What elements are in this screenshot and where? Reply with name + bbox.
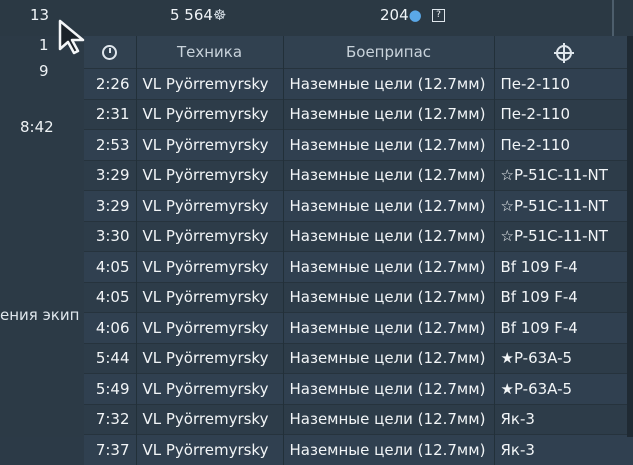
left-value-3: 8:42 — [20, 118, 54, 136]
kill-log-table-container: Техника Боеприпас 2:26 VL Pyörremyrsky Наз… — [84, 36, 633, 465]
left-value-2: 9 — [39, 62, 49, 80]
header-target[interactable] — [494, 36, 633, 69]
eagle-count: 204● — [380, 6, 422, 24]
row-target: Як-3 — [494, 403, 633, 435]
row-vehicle: VL Pyörremyrsky — [136, 373, 284, 404]
row-ammo: Наземные цели (12.7мм) — [283, 281, 495, 313]
stats-header-bar: 13 5 564☸ 204● ? — [0, 0, 633, 36]
row-ammo: Наземные цели (12.7мм) — [283, 129, 495, 160]
row-vehicle: VL Pyörremyrsky — [136, 251, 284, 282]
row-vehicle: VL Pyörremyrsky — [136, 434, 284, 465]
table-row[interactable]: 2:31 VL Pyörremyrsky Наземные цели (12.7мм… — [84, 98, 633, 130]
row-time: 2:31 — [84, 98, 137, 130]
row-ammo: Наземные цели (12.7мм) — [283, 251, 495, 282]
row-vehicle: VL Pyörremyrsky — [136, 312, 284, 343]
clock-icon — [102, 45, 118, 60]
row-target: Bf 109 F-4 — [494, 251, 633, 282]
table-row[interactable]: 4:05 VL Pyörremyrsky Наземные цели (12.7мм… — [84, 281, 633, 313]
table-row[interactable]: 3:29 VL Pyörremyrsky Наземные цели (12.7мм… — [84, 159, 633, 191]
top-left-count: 13 — [30, 6, 50, 24]
row-vehicle: VL Pyörremyrsky — [136, 190, 284, 221]
row-ammo: Наземные цели (12.7мм) — [283, 434, 495, 465]
row-vehicle: VL Pyörremyrsky — [136, 342, 284, 374]
row-ammo: Наземные цели (12.7мм) — [283, 220, 495, 252]
row-time: 7:32 — [84, 403, 137, 435]
left-value-1: 1 — [39, 36, 49, 54]
help-icon[interactable]: ? — [432, 6, 445, 24]
table-row[interactable]: 3:29 VL Pyörremyrsky Наземные цели (12.7мм… — [84, 190, 633, 221]
row-time: 2:26 — [84, 68, 137, 99]
table-row[interactable]: 2:26 VL Pyörremyrsky Наземные цели (12.7мм… — [84, 68, 633, 99]
scrollbar[interactable] — [627, 36, 633, 437]
row-target: ☆P-51C-11-NT — [494, 190, 633, 221]
header-divider — [612, 0, 614, 36]
row-target: ★P-63A-5 — [494, 373, 633, 404]
table-row[interactable]: 7:37 VL Pyörremyrsky Наземные цели (12.7мм… — [84, 434, 633, 465]
row-ammo: Наземные цели (12.7мм) — [283, 312, 495, 343]
crosshair-icon — [553, 42, 574, 63]
left-column: 1 9 8:42 ения экип — [0, 36, 84, 437]
row-ammo: Наземные цели (12.7мм) — [283, 373, 495, 404]
table-row[interactable]: 5:44 VL Pyörremyrsky Наземные цели (12.7мм… — [84, 342, 633, 374]
row-time: 4:05 — [84, 281, 137, 313]
table-header-row: Техника Боеприпас — [84, 36, 633, 69]
header-ammo[interactable]: Боеприпас — [283, 36, 495, 69]
row-vehicle: VL Pyörremyrsky — [136, 98, 284, 130]
kill-log-table: Техника Боеприпас 2:26 VL Pyörremyrsky Наз… — [84, 36, 633, 465]
left-caption: ения экип — [0, 306, 80, 324]
row-target: Пе-2-110 — [494, 98, 633, 130]
row-ammo: Наземные цели (12.7мм) — [283, 342, 495, 374]
row-target: Як-3 — [494, 434, 633, 465]
lion-count: 5 564☸ — [170, 6, 226, 24]
row-ammo: Наземные цели (12.7мм) — [283, 403, 495, 435]
row-time: 4:05 — [84, 251, 137, 282]
row-time: 4:06 — [84, 312, 137, 343]
row-ammo: Наземные цели (12.7мм) — [283, 190, 495, 221]
eagle-drop-icon: ● — [408, 6, 422, 24]
row-time: 3:29 — [84, 159, 137, 191]
table-row[interactable]: 5:49 VL Pyörremyrsky Наземные цели (12.7мм… — [84, 373, 633, 404]
row-time: 3:29 — [84, 190, 137, 221]
row-target: Bf 109 F-4 — [494, 281, 633, 313]
row-ammo: Наземные цели (12.7мм) — [283, 98, 495, 130]
row-time: 2:53 — [84, 129, 137, 160]
row-vehicle: VL Pyörremyrsky — [136, 281, 284, 313]
lion-count-value: 5 564 — [170, 6, 213, 24]
lion-icon: ☸ — [212, 6, 227, 24]
row-time: 5:49 — [84, 373, 137, 404]
table-row[interactable]: 3:30 VL Pyörremyrsky Наземные цели (12.7мм… — [84, 220, 633, 252]
help-icon-glyph: ? — [432, 9, 445, 22]
row-vehicle: VL Pyörremyrsky — [136, 403, 284, 435]
row-time: 3:30 — [84, 220, 137, 252]
row-time: 5:44 — [84, 342, 137, 374]
table-row[interactable]: 7:32 VL Pyörremyrsky Наземные цели (12.7мм… — [84, 403, 633, 435]
row-target: Пе-2-110 — [494, 68, 633, 99]
row-target: ☆P-51C-11-NT — [494, 220, 633, 252]
eagle-count-value: 204 — [380, 6, 409, 24]
table-row[interactable]: 4:05 VL Pyörremyrsky Наземные цели (12.7мм… — [84, 251, 633, 282]
row-target: Пе-2-110 — [494, 129, 633, 160]
row-time: 7:37 — [84, 434, 137, 465]
row-vehicle: VL Pyörremyrsky — [136, 68, 284, 99]
header-vehicle[interactable]: Техника — [136, 36, 284, 69]
row-target: ★P-63A-5 — [494, 342, 633, 374]
row-ammo: Наземные цели (12.7мм) — [283, 68, 495, 99]
row-ammo: Наземные цели (12.7мм) — [283, 159, 495, 191]
row-vehicle: VL Pyörremyrsky — [136, 220, 284, 252]
header-time[interactable] — [84, 36, 137, 69]
row-target: Bf 109 F-4 — [494, 312, 633, 343]
table-row[interactable]: 2:53 VL Pyörremyrsky Наземные цели (12.7мм… — [84, 129, 633, 160]
row-target: ☆P-51C-11-NT — [494, 159, 633, 191]
row-vehicle: VL Pyörremyrsky — [136, 159, 284, 191]
table-row[interactable]: 4:06 VL Pyörremyrsky Наземные цели (12.7мм… — [84, 312, 633, 343]
row-vehicle: VL Pyörremyrsky — [136, 129, 284, 160]
mouse-cursor-icon — [58, 19, 85, 55]
